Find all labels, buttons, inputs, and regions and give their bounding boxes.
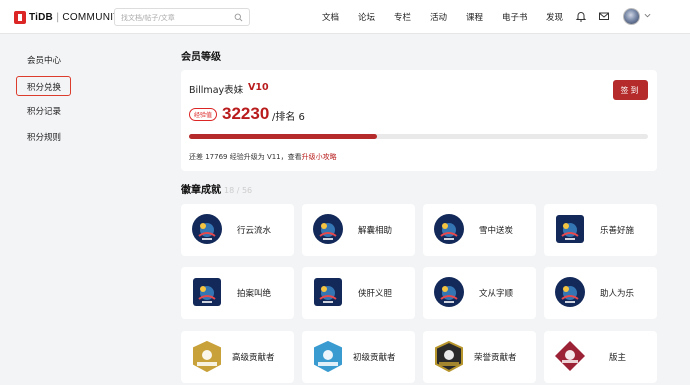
- badge-name: 行云流水: [237, 226, 272, 236]
- nav-ebooks[interactable]: 电子书: [502, 11, 528, 23]
- badge-name: 乐善好施: [600, 226, 635, 236]
- badge-card[interactable]: 乐善好施: [544, 204, 657, 256]
- nav-forum[interactable]: 论坛: [358, 11, 375, 23]
- badge-card[interactable]: 助人为乐: [544, 267, 657, 319]
- badges-title: 徽章成就: [181, 185, 221, 196]
- xp-label-pill: 经验值: [189, 108, 218, 121]
- badge-card[interactable]: 荣誉贡献者: [423, 331, 536, 383]
- badge-name: 版主: [609, 353, 627, 363]
- badge-charity-icon: [556, 215, 584, 243]
- nav-docs[interactable]: 文档: [322, 11, 339, 23]
- sidebar-item-member-center[interactable]: 会员中心: [27, 54, 61, 66]
- badge-name: 文从字顺: [479, 289, 514, 299]
- badge-name: 雪中送炭: [479, 226, 514, 236]
- badge-junior-shield-icon: [314, 340, 342, 372]
- badge-name: 解囊相助: [358, 226, 393, 236]
- badge-card[interactable]: 侠肝义胆: [302, 267, 415, 319]
- badge-name: 高级贡献者: [232, 353, 275, 363]
- badge-card[interactable]: 版主: [544, 331, 657, 383]
- badge-card[interactable]: 初级贡献者: [302, 331, 415, 383]
- search-input[interactable]: [121, 12, 231, 23]
- logo-brand: TiDB: [29, 11, 53, 23]
- avatar[interactable]: [623, 8, 640, 25]
- site-logo[interactable]: TiDB | COMMUNITY: [14, 10, 127, 24]
- nav-column[interactable]: 专栏: [394, 11, 411, 23]
- search-icon[interactable]: [234, 13, 243, 22]
- upgrade-guide-link[interactable]: 升级小攻略: [302, 153, 337, 161]
- badge-premium-shield-icon: [435, 340, 463, 372]
- badge-wave-icon: [192, 214, 222, 244]
- member-level-title: 会员等级: [181, 52, 221, 63]
- top-bar: TiDB | COMMUNITY 文档 论坛 专栏 活动 课程 电子书 发现: [0, 0, 690, 34]
- badge-name: 侠肝义胆: [358, 289, 393, 299]
- sidebar-item-points-exchange[interactable]: 积分兑换: [27, 81, 61, 93]
- badge-card[interactable]: 文从字顺: [423, 267, 536, 319]
- badge-name: 初级贡献者: [353, 353, 396, 363]
- logo-separator: |: [55, 11, 60, 23]
- username: Billmay表妹: [189, 85, 244, 96]
- mail-icon[interactable]: [598, 10, 610, 22]
- badge-card[interactable]: 解囊相助: [302, 204, 415, 256]
- sidebar-item-points-rules[interactable]: 积分规则: [27, 131, 61, 143]
- upgrade-hint-text: 还差 17769 经验升级为 V11，查看: [189, 153, 302, 161]
- badge-card[interactable]: 高级贡献者: [181, 331, 294, 383]
- nav-discover[interactable]: 发现: [546, 11, 563, 23]
- badge-helper-icon: [555, 277, 585, 307]
- nav-events[interactable]: 活动: [430, 11, 447, 23]
- badge-hero-icon: [314, 278, 342, 306]
- bell-icon[interactable]: [575, 10, 587, 22]
- sign-in-button[interactable]: 签到: [613, 80, 648, 100]
- nav-courses[interactable]: 课程: [466, 11, 483, 23]
- search-box[interactable]: [114, 8, 250, 26]
- badge-applause-icon: [193, 278, 221, 306]
- xp-value: 32230: [222, 104, 270, 123]
- chevron-down-icon[interactable]: [644, 13, 651, 18]
- badge-writing-icon: [434, 277, 464, 307]
- tidb-logo-icon: [14, 10, 26, 24]
- badge-gift-icon: [313, 214, 343, 244]
- badges-count: 18 / 56: [224, 186, 253, 195]
- badge-senior-shield-icon: [193, 340, 221, 372]
- badges-heading: 徽章成就 18 / 56: [181, 181, 252, 196]
- member-level-card: Billmay表妹 V10 签到 经验值 32230 /排名 6 还差 1776…: [181, 70, 657, 171]
- badge-card[interactable]: 拍案叫绝: [181, 267, 294, 319]
- badge-name: 拍案叫绝: [237, 289, 272, 299]
- badge-card[interactable]: 行云流水: [181, 204, 294, 256]
- badge-card[interactable]: 雪中送炭: [423, 204, 536, 256]
- level-tag: V10: [248, 82, 269, 93]
- sidebar-item-points-record[interactable]: 积分记录: [27, 105, 61, 117]
- badge-moderator-icon: [555, 341, 585, 371]
- upgrade-hint: 还差 17769 经验升级为 V11，查看升级小攻略: [189, 152, 337, 162]
- xp-progress-fill: [189, 134, 378, 139]
- badge-snow-icon: [434, 214, 464, 244]
- badge-name: 荣誉贡献者: [474, 353, 517, 363]
- badge-name: 助人为乐: [600, 289, 635, 299]
- rank-text: /排名 6: [272, 112, 305, 123]
- xp-progress-bar: [189, 134, 648, 139]
